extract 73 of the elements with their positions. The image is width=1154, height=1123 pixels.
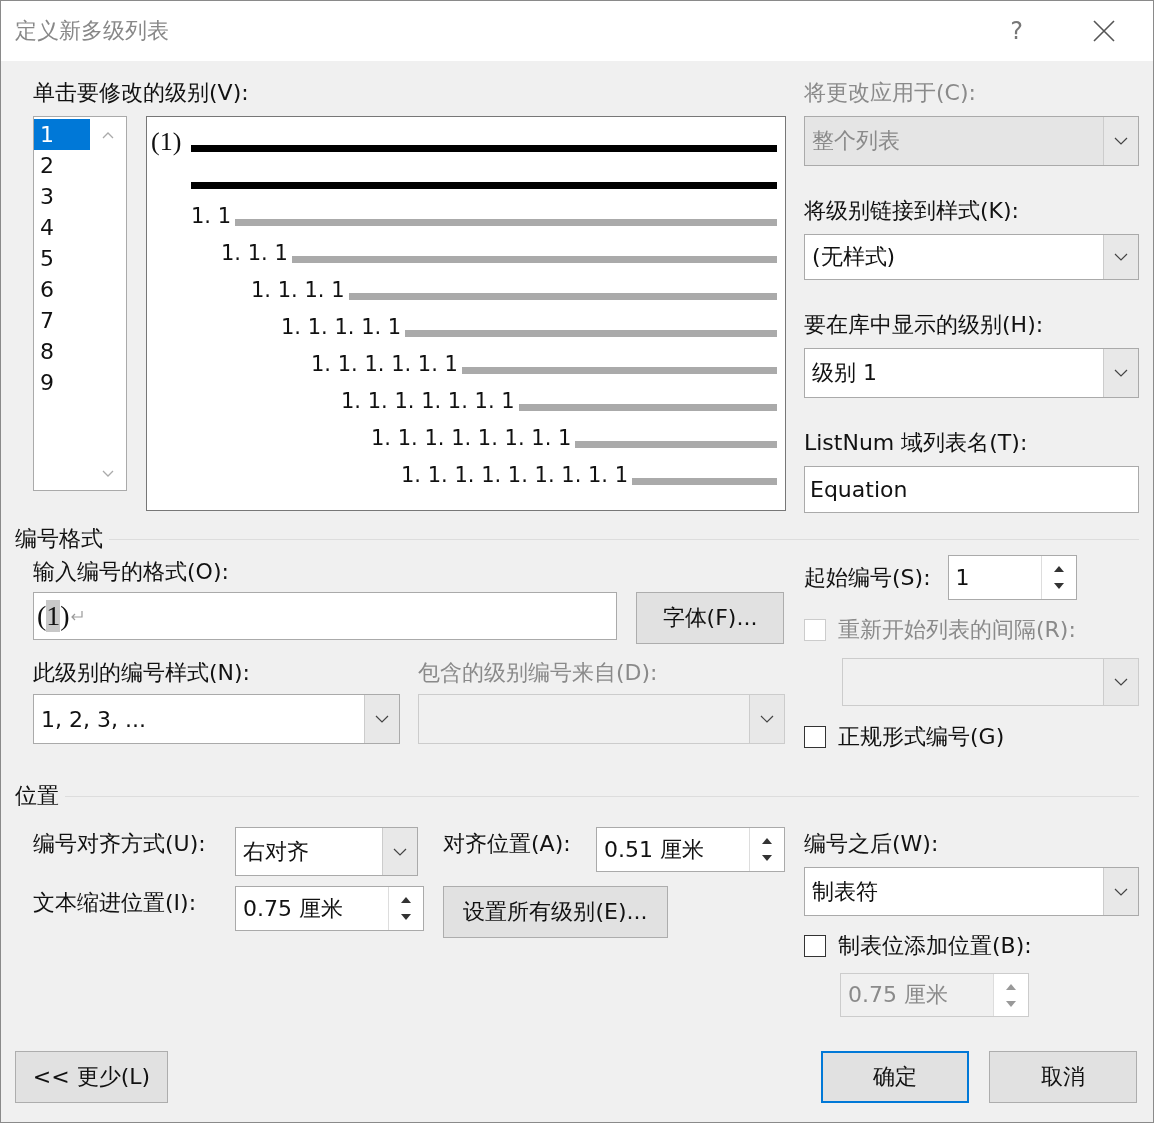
start-at-label: 起始编号(S): (804, 563, 931, 592)
follow-number-label: 编号之后(W): (804, 830, 940, 858)
chevron-down-icon (393, 847, 407, 856)
gallery-level-dropdown[interactable]: 级别 1 (804, 348, 1139, 398)
window-title: 定义新多级列表 (15, 17, 170, 45)
format-text: ( (37, 600, 47, 632)
level-item[interactable]: 6 (34, 274, 90, 305)
level-item[interactable]: 4 (34, 212, 90, 243)
level-item[interactable]: 2 (34, 150, 90, 181)
level-item[interactable]: 1 (34, 119, 90, 150)
spin-up-icon[interactable] (1052, 564, 1065, 573)
format-label: 输入编号的格式(O): (33, 558, 230, 586)
preview-number: 1. 1. 1. 1. 1. 1. 1. 1 (371, 425, 572, 452)
font-button[interactable]: 字体(F)... (636, 592, 784, 644)
section-title: 位置 (15, 782, 59, 810)
paragraph-mark-icon (69, 610, 84, 622)
spin-down-icon[interactable] (1052, 582, 1065, 591)
number-style-dropdown[interactable]: 1, 2, 3, ... (33, 694, 400, 744)
help-button[interactable]: ? (1010, 17, 1023, 45)
spin-down-icon[interactable] (761, 854, 773, 863)
preview-number: 1. 1. 1 (221, 240, 288, 267)
listnum-label: ListNum 域列表名(T): (804, 429, 1029, 457)
chevron-down-icon (1114, 137, 1128, 145)
include-level-label: 包含的级别编号来自(D): (418, 659, 659, 687)
preview-number: 1. 1 (191, 203, 232, 230)
link-style-label: 将级别链接到样式(K): (804, 197, 1020, 225)
number-code: 1 (46, 600, 61, 632)
spin-down-icon[interactable] (400, 913, 412, 922)
preview-number: (1) (151, 128, 183, 158)
follow-number-dropdown[interactable]: 制表符 (804, 867, 1139, 916)
level-item[interactable]: 5 (34, 243, 90, 274)
chevron-down-icon (375, 715, 389, 723)
chevron-down-icon (1114, 887, 1128, 896)
listnum-field[interactable]: Equation (804, 466, 1139, 513)
set-all-levels-button[interactable]: 设置所有级别(E)... (443, 886, 668, 938)
section-title: 编号格式 (15, 525, 103, 553)
chevron-down-icon (1114, 253, 1128, 261)
level-label: 单击要修改的级别(V): (33, 79, 250, 107)
format-field[interactable]: (1) (33, 592, 617, 640)
preview-number: 1. 1. 1. 1. 1. 1. 1. 1. 1 (401, 462, 629, 489)
spin-up-icon[interactable] (400, 895, 412, 904)
aligned-at-spinner[interactable]: 0.51 厘米 (596, 827, 785, 872)
chevron-down-icon (1114, 678, 1128, 686)
alignment-dropdown[interactable]: 右对齐 (235, 827, 418, 876)
apply-to-label: 将更改应用于(C): (804, 79, 977, 107)
less-button[interactable]: << 更少(L) (15, 1051, 168, 1103)
spin-up-icon[interactable] (761, 836, 773, 845)
tab-stop-label: 制表位添加位置(B): (838, 932, 1032, 960)
preview-number: 1. 1. 1. 1 (251, 277, 345, 304)
legal-label: 正规形式编号(G) (838, 723, 1005, 751)
level-item[interactable]: 7 (34, 305, 90, 336)
indent-label: 文本缩进位置(I): (33, 889, 198, 917)
level-item[interactable]: 3 (34, 181, 90, 212)
level-item[interactable]: 8 (34, 336, 90, 367)
preview-number: 1. 1. 1. 1. 1 (281, 314, 402, 341)
gallery-level-label: 要在库中显示的级别(H): (804, 311, 1045, 339)
alignment-label: 编号对齐方式(U): (33, 830, 207, 858)
format-text: ) (60, 600, 70, 632)
indent-spinner[interactable]: 0.75 厘米 (235, 886, 424, 931)
ok-button[interactable]: 确定 (821, 1051, 969, 1103)
chevron-down-icon (1114, 369, 1128, 377)
close-icon[interactable] (1093, 20, 1115, 42)
restart-label: 重新开始列表的间隔(R): (838, 616, 1076, 644)
aligned-at-label: 对齐位置(A): (443, 830, 572, 858)
cancel-button[interactable]: 取消 (989, 1051, 1137, 1103)
number-style-label: 此级别的编号样式(N): (33, 659, 252, 687)
start-at-spinner[interactable]: 1 (947, 555, 1077, 600)
preview-number: 1. 1. 1. 1. 1. 1. 1 (341, 388, 515, 415)
legal-checkbox[interactable] (804, 726, 826, 748)
level-item[interactable]: 9 (34, 367, 90, 398)
link-style-dropdown[interactable]: (无样式) (804, 234, 1139, 280)
chevron-down-icon (760, 715, 774, 723)
preview-number: 1. 1. 1. 1. 1. 1 (311, 351, 458, 378)
